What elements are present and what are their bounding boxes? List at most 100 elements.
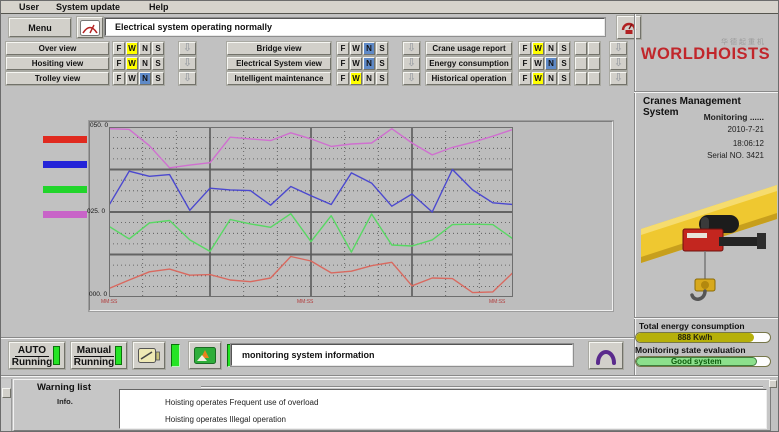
toggle-w-bridge-view[interactable]: W	[350, 42, 362, 55]
toggle-n-electrical-system-view[interactable]: N	[363, 57, 375, 70]
toggle-blank-crane-usage-report[interactable]	[588, 42, 600, 55]
crane-management-app: User System update Help Menu Electrical …	[0, 0, 779, 432]
view-button-energy-consumption[interactable]: Energy consumption	[426, 57, 512, 70]
warning-scrollbar[interactable]	[1, 379, 12, 432]
menu-user[interactable]: User	[19, 2, 39, 12]
warning-info-label: Info.	[57, 397, 73, 406]
toggle-blank-historical-operation[interactable]	[588, 72, 600, 85]
toggle-f-energy-consumption[interactable]: F	[519, 57, 531, 70]
warning-list-box[interactable]: Hoisting operates Frequent use of overlo…	[119, 389, 767, 429]
monitoring-info-field[interactable]: monitoring system information	[231, 344, 573, 366]
down-arrow-button-hositing-view[interactable]: ⇩	[179, 57, 196, 70]
down-arrow-icon: ⇩	[183, 57, 192, 69]
toggle-s-energy-consumption[interactable]: S	[558, 57, 570, 70]
down-arrow-button-energy-consumption[interactable]: ⇩	[610, 57, 627, 70]
state-evaluation-bar: Good system	[635, 356, 771, 367]
down-arrow-button-crane-usage-report[interactable]: ⇩	[610, 42, 627, 55]
date-text: 2010-7-21	[728, 125, 764, 134]
toggle-f-intelligent-maintenance[interactable]: F	[337, 72, 349, 85]
gauge-icon-button[interactable]	[617, 16, 641, 39]
toggle-n-energy-consumption[interactable]: N	[545, 57, 557, 70]
logbook-icon	[80, 20, 100, 36]
toggle-f-over-view[interactable]: F	[113, 42, 125, 55]
toggle-blank-historical-operation[interactable]	[575, 72, 587, 85]
warning-corner-grip[interactable]	[769, 380, 777, 388]
magnet-arc-button[interactable]	[589, 342, 623, 369]
warning-item: Hoisting operates Illegal operation	[120, 407, 766, 424]
down-arrow-button-over-view[interactable]: ⇩	[179, 42, 196, 55]
down-arrow-button-historical-operation[interactable]: ⇩	[610, 72, 627, 85]
toggle-f-crane-usage-report[interactable]: F	[519, 42, 531, 55]
toggle-w-crane-usage-report[interactable]: W	[532, 42, 544, 55]
ytick-mid: 025. 0	[87, 208, 107, 215]
logbook-icon-button[interactable]	[77, 17, 103, 38]
toggle-blank-crane-usage-report[interactable]	[575, 42, 587, 55]
down-arrow-button-electrical-system-view[interactable]: ⇩	[403, 57, 420, 70]
toggle-f-trolley-view[interactable]: F	[113, 72, 125, 85]
meter-icon-button[interactable]	[133, 342, 165, 369]
toggle-f-electrical-system-view[interactable]: F	[337, 57, 349, 70]
toggle-s-bridge-view[interactable]: S	[376, 42, 388, 55]
toggle-w-intelligent-maintenance[interactable]: W	[350, 72, 362, 85]
view-button-electrical-system-view[interactable]: Electrical System view	[227, 57, 331, 70]
toggle-f-hositing-view[interactable]: F	[113, 57, 125, 70]
time-text: 18:06:12	[733, 139, 764, 148]
warning-header-rule	[201, 386, 763, 388]
view-button-bridge-view[interactable]: Bridge view	[227, 42, 331, 55]
toggle-w-over-view[interactable]: W	[126, 42, 138, 55]
toggle-f-bridge-view[interactable]: F	[337, 42, 349, 55]
toggle-blank-energy-consumption[interactable]	[588, 57, 600, 70]
alarm-icon-button[interactable]	[189, 342, 221, 369]
menu-system-update[interactable]: System update	[56, 2, 120, 12]
menu-help[interactable]: Help	[149, 2, 169, 12]
toggle-w-hositing-view[interactable]: W	[126, 57, 138, 70]
manual-running-line1: Manual	[74, 345, 114, 357]
menubar: User System update Help	[1, 1, 779, 14]
toggle-s-electrical-system-view[interactable]: S	[376, 57, 388, 70]
toggle-n-over-view[interactable]: N	[139, 42, 151, 55]
toggle-s-intelligent-maintenance[interactable]: S	[376, 72, 388, 85]
toggle-w-energy-consumption[interactable]: W	[532, 57, 544, 70]
right-panel-groove-bottom	[634, 317, 779, 319]
view-button-hositing-view[interactable]: Hositing view	[6, 57, 109, 70]
legend-swatch-power	[43, 186, 87, 193]
monitoring-label: Monitoring ......	[704, 112, 764, 122]
xtick-left: MM:SS	[101, 299, 117, 305]
toggle-blank-energy-consumption[interactable]	[575, 57, 587, 70]
view-button-historical-operation[interactable]: Historical operation	[426, 72, 512, 85]
toggle-s-trolley-view[interactable]: S	[152, 72, 164, 85]
toggle-n-historical-operation[interactable]: N	[545, 72, 557, 85]
toggle-w-electrical-system-view[interactable]: W	[350, 57, 362, 70]
auto-running-line1: AUTO	[15, 345, 49, 357]
toggle-s-hositing-view[interactable]: S	[152, 57, 164, 70]
toggle-w-historical-operation[interactable]: W	[532, 72, 544, 85]
toggle-n-hositing-view[interactable]: N	[139, 57, 151, 70]
down-arrow-button-trolley-view[interactable]: ⇩	[179, 72, 196, 85]
manual-running-button[interactable]: Manual Running	[71, 342, 127, 369]
status-field[interactable]: Electrical system operating normally	[105, 18, 605, 36]
toggle-s-historical-operation[interactable]: S	[558, 72, 570, 85]
menu-button[interactable]: Menu	[9, 18, 71, 37]
toggle-n-intelligent-maintenance[interactable]: N	[363, 72, 375, 85]
view-button-over-view[interactable]: Over view	[6, 42, 109, 55]
down-arrow-button-bridge-view[interactable]: ⇩	[403, 42, 420, 55]
view-button-intelligent-maintenance[interactable]: Intelligent maintenance	[227, 72, 331, 85]
right-panel-groove-top	[634, 91, 779, 93]
toggle-n-bridge-view[interactable]: N	[363, 42, 375, 55]
view-button-trolley-view[interactable]: Trolley view	[6, 72, 109, 85]
toggle-n-trolley-view[interactable]: N	[139, 72, 151, 85]
divider-above-toolbar	[1, 337, 634, 339]
down-arrow-icon: ⇩	[407, 42, 416, 54]
down-arrow-button-intelligent-maintenance[interactable]: ⇩	[403, 72, 420, 85]
view-button-crane-usage-report[interactable]: Crane usage report	[426, 42, 512, 55]
toggle-f-historical-operation[interactable]: F	[519, 72, 531, 85]
ytick-bottom: 000. 0	[89, 291, 109, 298]
toggle-s-over-view[interactable]: S	[152, 42, 164, 55]
toggle-w-trolley-view[interactable]: W	[126, 72, 138, 85]
down-arrow-icon: ⇩	[407, 72, 416, 84]
toggle-n-crane-usage-report[interactable]: N	[545, 42, 557, 55]
auto-running-button[interactable]: AUTO Running	[9, 342, 65, 369]
xtick-mid: MM:SS	[297, 299, 313, 305]
warning-scrollbar-grip[interactable]	[2, 388, 11, 398]
toggle-s-crane-usage-report[interactable]: S	[558, 42, 570, 55]
